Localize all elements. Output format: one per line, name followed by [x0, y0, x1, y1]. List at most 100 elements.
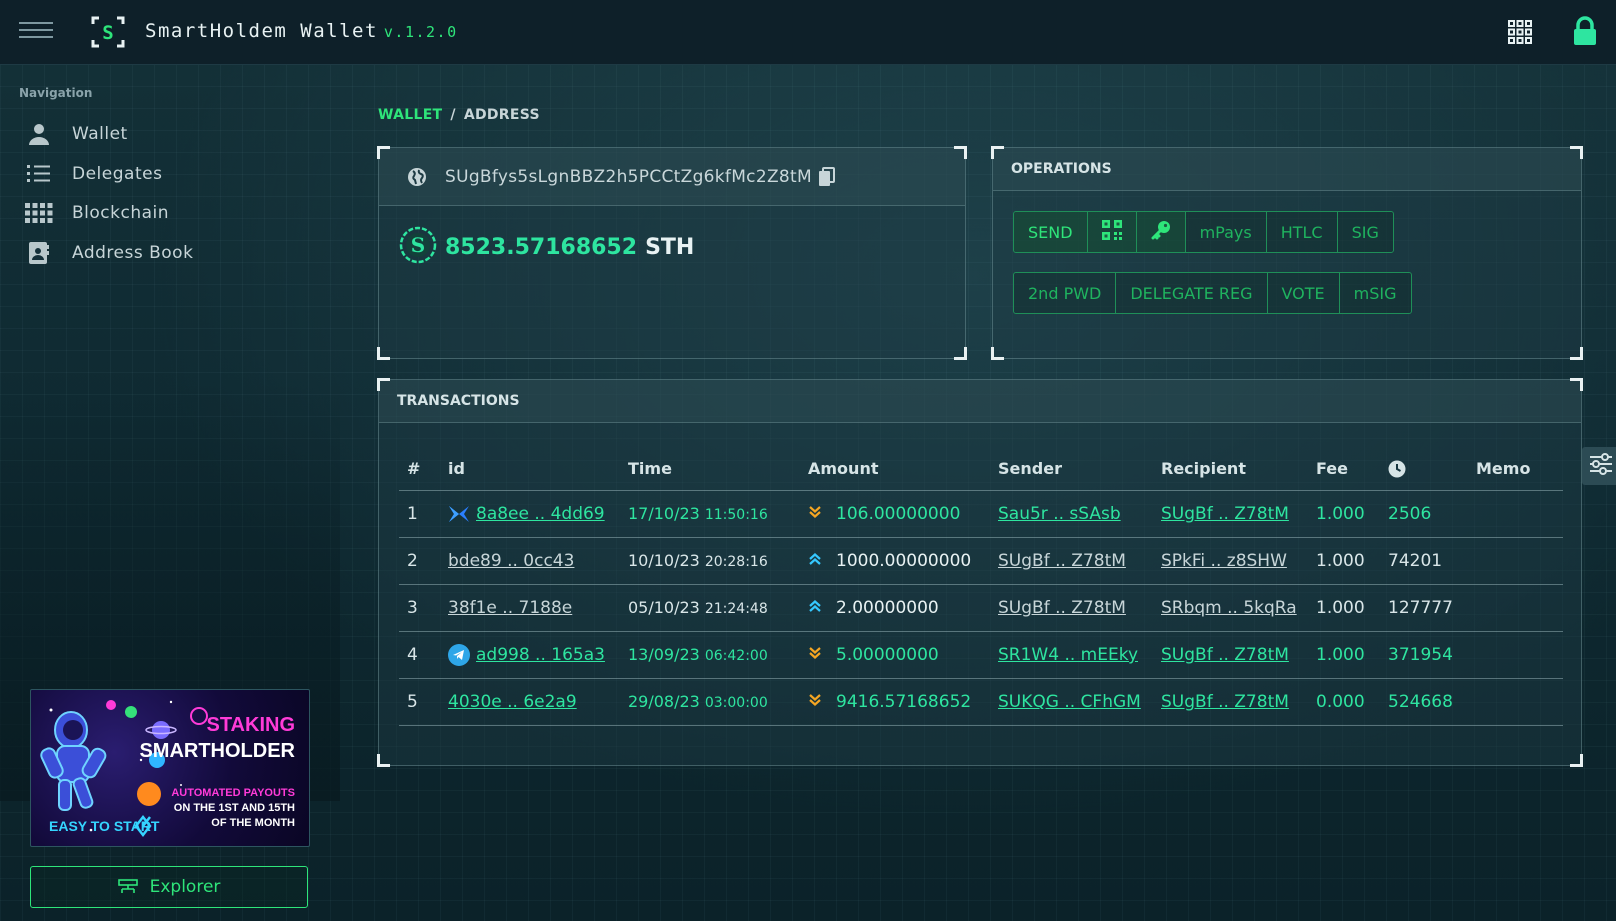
vote-button[interactable]: VOTE	[1267, 273, 1340, 313]
tx-sender-cell: SR1W4 .. mEEky	[990, 631, 1153, 679]
tx-amount-cell: 5.00000000	[800, 631, 990, 679]
apps-grid-icon[interactable]	[1508, 20, 1532, 48]
promo-staking-title: STAKING	[206, 714, 295, 736]
tx-sender-link[interactable]: SUgBf .. Z78tM	[998, 551, 1126, 571]
sidebar-item-label: Delegates	[72, 164, 163, 184]
table-header-row: # id Time Amount Sender Recipient Fee Me…	[399, 446, 1563, 491]
tx-id-link[interactable]: 4030e .. 6e2a9	[448, 692, 577, 712]
breadcrumb-wallet[interactable]: WALLET	[378, 107, 442, 123]
top-bar: S SmartHoldem Wallet v.1.2.0	[0, 0, 1616, 65]
col-confirmations	[1380, 446, 1468, 491]
tx-time-cell: 17/10/23 11:50:16	[620, 490, 800, 538]
tx-number: 2	[399, 537, 440, 585]
multisig-button[interactable]: mSIG	[1339, 273, 1411, 313]
staking-promo-banner[interactable]: STAKING SMARTHOLDER AUTOMATED PAYOUTS ON…	[30, 689, 310, 847]
menu-icon[interactable]	[19, 22, 53, 42]
tx-number: 1	[399, 490, 440, 538]
tx-id-link[interactable]: 38f1e .. 7188e	[448, 598, 572, 618]
key-button[interactable]	[1136, 212, 1186, 252]
tx-date: 10/10/23	[628, 551, 700, 570]
sidebar-item-address-book[interactable]: Address Book	[24, 238, 193, 268]
tx-recipient-link[interactable]: SUgBf .. Z78tM	[1161, 645, 1289, 665]
sidebar-item-label: Address Book	[72, 243, 194, 263]
tx-sender-link[interactable]: SUKQG .. CFhGM	[998, 692, 1141, 712]
sidebar-item-label: Wallet	[72, 124, 128, 144]
tx-id-link[interactable]: ad998 .. 165a3	[476, 645, 605, 665]
sth-coin-icon: S	[399, 226, 437, 268]
tx-confirmations: 127777	[1380, 584, 1468, 632]
wallet-address: SUgBfys5sLgnBBZ2h5PCCtZg6kfMc2Z8tM	[445, 166, 812, 187]
app-title: SmartHoldem Wallet v.1.2.0	[145, 20, 458, 42]
tx-time-cell: 10/10/23 20:28:16	[620, 537, 800, 585]
tx-id-link[interactable]: bde89 .. 0cc43	[448, 551, 574, 571]
tx-clock: 11:50:16	[704, 507, 768, 523]
balance-value: 8523.57168652	[445, 234, 638, 260]
tx-time-cell: 13/09/23 06:42:00	[620, 631, 800, 679]
user-icon	[24, 123, 54, 145]
sig-button[interactable]: SIG	[1337, 212, 1393, 252]
copy-icon[interactable]	[818, 166, 836, 187]
tx-sender-link[interactable]: SR1W4 .. mEEky	[998, 645, 1138, 665]
qr-code-button[interactable]	[1087, 212, 1137, 252]
globe-icon	[407, 167, 427, 187]
table-settings-toggle[interactable]	[1582, 447, 1616, 485]
lock-icon[interactable]	[1572, 16, 1598, 50]
tx-recipient-cell: SUgBf .. Z78tM	[1153, 678, 1308, 726]
tx-memo	[1468, 537, 1563, 585]
tx-id-cell: 4030e .. 6e2a9	[440, 678, 620, 726]
sidebar-item-wallet[interactable]: Wallet	[24, 119, 128, 149]
tx-amount: 2.00000000	[836, 598, 939, 618]
tx-time-cell: 29/08/23 03:00:00	[620, 678, 800, 726]
tx-fee: 1.000	[1308, 490, 1380, 538]
list-icon	[24, 164, 54, 184]
tx-amount-cell: 9416.57168652	[800, 678, 990, 726]
tx-clock: 03:00:00	[704, 695, 768, 711]
outgoing-arrow-icon	[808, 551, 830, 571]
tx-memo	[1468, 631, 1563, 679]
tx-confirmations: 2506	[1380, 490, 1468, 538]
col-time: Time	[620, 446, 800, 491]
col-number: #	[399, 446, 440, 491]
mpays-button[interactable]: mPays	[1185, 212, 1267, 252]
tx-confirmations: 74201	[1380, 537, 1468, 585]
explorer-button[interactable]: Explorer	[30, 866, 308, 908]
tx-amount: 9416.57168652	[836, 692, 972, 712]
sidebar-item-blockchain[interactable]: Blockchain	[24, 198, 169, 228]
tx-clock: 06:42:00	[704, 648, 768, 664]
htlc-button[interactable]: HTLC	[1266, 212, 1338, 252]
delegate-registration-button[interactable]: DELEGATE REG	[1116, 273, 1268, 313]
telegram-icon	[448, 644, 470, 666]
tx-date: 05/10/23	[628, 598, 700, 617]
tx-recipient-link[interactable]: SRbqm .. 5kqRa	[1161, 598, 1297, 618]
tx-recipient-link[interactable]: SUgBf .. Z78tM	[1161, 692, 1289, 712]
operations-panel: OPERATIONS SEND mPays HTLC SIG 2nd PWD D…	[991, 146, 1583, 360]
breadcrumb-separator: /	[450, 107, 456, 123]
col-fee: Fee	[1308, 446, 1380, 491]
outgoing-arrow-icon	[808, 598, 830, 618]
tx-recipient-link[interactable]: SPkFi .. z8SHW	[1161, 551, 1287, 571]
tx-amount: 1000.00000000	[836, 551, 972, 571]
svg-text:S: S	[411, 233, 425, 257]
tx-id-cell: bde89 .. 0cc43	[440, 537, 620, 585]
table-row: 4 ad998 .. 165a3 13/09/23 06:42:00 5.0000000…	[399, 631, 1563, 679]
balance-row: S 8523.57168652 STH	[399, 226, 694, 268]
transactions-title: TRANSACTIONS	[379, 380, 1581, 423]
app-version: v.1.2.0	[383, 23, 458, 41]
tx-amount: 5.00000000	[836, 645, 939, 665]
tx-fee: 1.000	[1308, 631, 1380, 679]
tx-recipient-cell: SUgBf .. Z78tM	[1153, 631, 1308, 679]
tx-fee: 1.000	[1308, 537, 1380, 585]
tx-recipient-link[interactable]: SUgBf .. Z78tM	[1161, 504, 1289, 524]
col-amount: Amount	[800, 446, 990, 491]
sidebar-item-label: Blockchain	[72, 203, 170, 223]
sidebar-item-delegates[interactable]: Delegates	[24, 159, 162, 189]
app-logo: S	[91, 16, 125, 48]
col-recipient: Recipient	[1153, 446, 1308, 491]
second-password-button[interactable]: 2nd PWD	[1014, 273, 1117, 313]
promo-schedule-line1: ON THE 1ST AND 15TH	[173, 802, 295, 814]
tx-sender-link[interactable]: Sau5r .. sSAsb	[998, 504, 1121, 524]
tx-sender-link[interactable]: SUgBf .. Z78tM	[998, 598, 1126, 618]
tx-id-link[interactable]: 8a8ee .. 4dd69	[476, 504, 605, 524]
send-button[interactable]: SEND	[1014, 212, 1088, 252]
sliders-icon	[1589, 453, 1613, 479]
